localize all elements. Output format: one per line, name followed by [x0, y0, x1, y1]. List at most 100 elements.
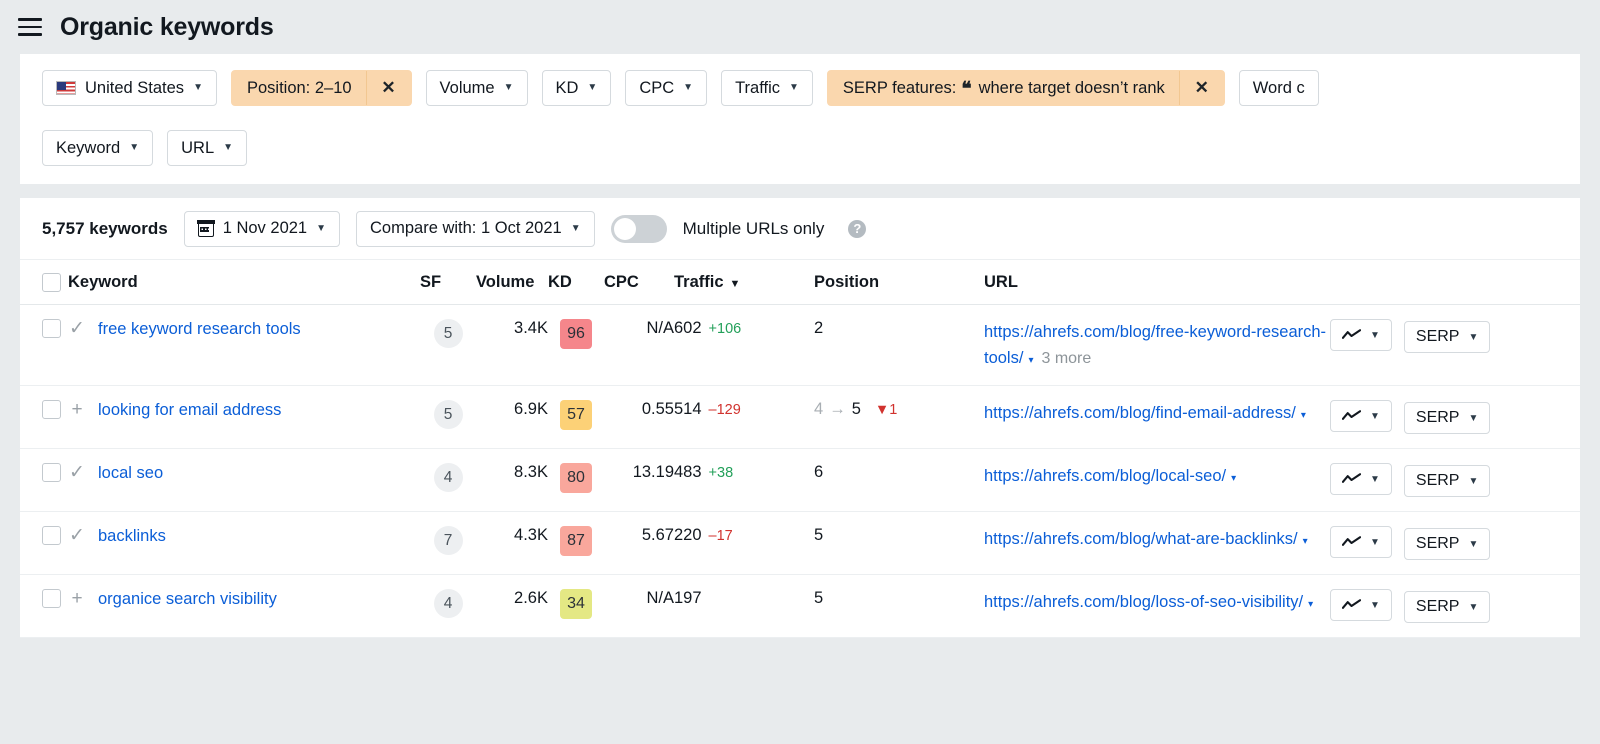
date-picker[interactable]: 1 Nov 2021 ▼	[184, 211, 340, 247]
serp-features-filter-suffix: where target doesn’t rank	[979, 79, 1165, 98]
chevron-down-icon: ▼	[193, 83, 203, 93]
url-link[interactable]: https://ahrefs.com/blog/what-are-backlin…	[984, 530, 1298, 548]
url-filter[interactable]: URL ▼	[167, 130, 247, 166]
url-cell: https://ahrefs.com/blog/loss-of-seo-visi…	[984, 575, 1330, 638]
chevron-down-icon[interactable]: ▾	[1301, 410, 1306, 421]
chevron-down-icon: ▼	[1370, 537, 1380, 548]
position-cell: 5	[814, 512, 984, 575]
table-header-row: Keyword SF Volume KD CPC Traffic▼ Positi…	[20, 260, 1580, 305]
kd-badge: 80	[560, 463, 592, 493]
chevron-down-icon: ▼	[129, 143, 139, 153]
cpc-filter-label: CPC	[639, 79, 674, 98]
url-more-count[interactable]: 3 more	[1041, 350, 1091, 367]
row-select-cell	[20, 386, 68, 449]
traffic-value: 197	[674, 589, 702, 607]
metrics-chart-button[interactable]: ▼	[1330, 400, 1392, 432]
chevron-down-icon[interactable]: ▾	[1231, 473, 1236, 484]
row-checkbox[interactable]	[42, 400, 61, 419]
kd-filter[interactable]: KD ▼	[542, 70, 612, 106]
keyword-link[interactable]: local seo	[98, 463, 163, 483]
serp-features-filter-chip[interactable]: SERP features: ❝ where target doesn’t ra…	[827, 70, 1225, 106]
column-header-position[interactable]: Position	[814, 260, 984, 305]
traffic-filter[interactable]: Traffic ▼	[721, 70, 813, 106]
row-checkbox[interactable]	[42, 589, 61, 608]
url-link[interactable]: https://ahrefs.com/blog/local-seo/	[984, 467, 1226, 485]
metrics-chart-button[interactable]: ▼	[1330, 526, 1392, 558]
keyword-link[interactable]: organice search visibility	[98, 589, 277, 609]
position-filter-close-icon[interactable]: ✕	[367, 71, 411, 105]
sf-cell: 7	[420, 512, 476, 575]
keyword-link[interactable]: backlinks	[98, 526, 166, 546]
table-row: +looking for email address56.9K570.55514…	[20, 386, 1580, 449]
sort-desc-icon: ▼	[730, 278, 741, 290]
word-count-filter[interactable]: Word c	[1239, 70, 1319, 106]
keyword-filter[interactable]: Keyword ▼	[42, 130, 153, 166]
select-all-checkbox[interactable]	[42, 273, 61, 292]
url-link[interactable]: https://ahrefs.com/blog/free-keyword-res…	[984, 323, 1326, 367]
chevron-down-icon[interactable]: ▾	[1028, 355, 1033, 366]
chart-icon	[1342, 473, 1361, 485]
compare-date-picker[interactable]: Compare with: 1 Oct 2021 ▼	[356, 211, 595, 247]
kd-cell: 87	[548, 512, 604, 575]
keyword-mark-icon[interactable]: +	[68, 589, 86, 609]
serp-button-label: SERP	[1416, 535, 1460, 553]
serp-button-label: SERP	[1416, 472, 1460, 490]
column-header-url[interactable]: URL	[984, 260, 1330, 305]
serp-button-label: SERP	[1416, 328, 1460, 346]
us-flag-icon	[56, 81, 76, 95]
volume-filter[interactable]: Volume ▼	[426, 70, 528, 106]
chevron-down-icon[interactable]: ▾	[1308, 599, 1313, 610]
keyword-mark-icon[interactable]: ✓	[68, 463, 86, 483]
column-header-traffic[interactable]: Traffic▼	[674, 260, 814, 305]
sf-badge: 4	[434, 589, 463, 618]
column-header-sf[interactable]: SF	[420, 260, 476, 305]
traffic-value: 602	[674, 319, 702, 337]
column-header-cpc[interactable]: CPC	[604, 260, 674, 305]
sf-cell: 4	[420, 449, 476, 512]
position-cell: 4→5▼1	[814, 386, 984, 449]
volume-cell: 3.4K	[476, 305, 548, 386]
hamburger-icon[interactable]	[18, 18, 42, 36]
chevron-down-icon: ▼	[1468, 413, 1478, 424]
keyword-link[interactable]: free keyword research tools	[98, 319, 301, 339]
chevron-down-icon: ▼	[504, 83, 514, 93]
row-checkbox[interactable]	[42, 463, 61, 482]
traffic-value: 220	[674, 526, 702, 544]
row-checkbox[interactable]	[42, 526, 61, 545]
serp-button[interactable]: SERP▼	[1404, 591, 1490, 623]
cpc-cell: 13.19	[604, 449, 674, 512]
serp-button[interactable]: SERP ▼	[1404, 465, 1490, 497]
keyword-link[interactable]: looking for email address	[98, 400, 281, 420]
metrics-chart-button[interactable]: ▼	[1330, 463, 1392, 495]
kd-cell: 80	[548, 449, 604, 512]
chevron-down-icon: ▼	[1468, 476, 1478, 487]
multiple-urls-toggle[interactable]	[611, 215, 667, 243]
serp-button[interactable]: SERP▼	[1404, 528, 1490, 560]
keyword-mark-icon[interactable]: +	[68, 400, 86, 420]
page-header: Organic keywords	[0, 0, 1600, 54]
chevron-down-icon: ▼	[571, 224, 581, 234]
serp-button[interactable]: SERP▼	[1404, 321, 1490, 353]
row-checkbox[interactable]	[42, 319, 61, 338]
position-change: ▼1	[875, 402, 897, 418]
keyword-mark-icon[interactable]: ✓	[68, 526, 86, 546]
serp-features-filter-close-icon[interactable]: ✕	[1180, 71, 1224, 105]
country-filter[interactable]: United States ▼	[42, 70, 217, 106]
chevron-down-icon[interactable]: ▾	[1303, 536, 1308, 547]
url-link[interactable]: https://ahrefs.com/blog/loss-of-seo-visi…	[984, 593, 1303, 611]
keyword-mark-icon[interactable]: ✓	[68, 319, 86, 339]
sf-badge: 5	[434, 319, 463, 348]
column-header-volume[interactable]: Volume	[476, 260, 548, 305]
help-icon[interactable]: ?	[848, 220, 866, 238]
position-filter-chip[interactable]: Position: 2–10 ✕	[231, 70, 412, 106]
url-link[interactable]: https://ahrefs.com/blog/find-email-addre…	[984, 404, 1296, 422]
chevron-down-icon: ▼	[1370, 411, 1380, 422]
metrics-chart-button[interactable]: ▼	[1330, 589, 1392, 621]
results-panel: 5,757 keywords 1 Nov 2021 ▼ Compare with…	[20, 198, 1580, 638]
serp-button[interactable]: SERP▼	[1404, 402, 1490, 434]
column-header-keyword[interactable]: Keyword	[68, 260, 420, 305]
column-header-kd[interactable]: KD	[548, 260, 604, 305]
volume-cell: 4.3K	[476, 512, 548, 575]
metrics-chart-button[interactable]: ▼	[1330, 319, 1392, 351]
cpc-filter[interactable]: CPC ▼	[625, 70, 707, 106]
